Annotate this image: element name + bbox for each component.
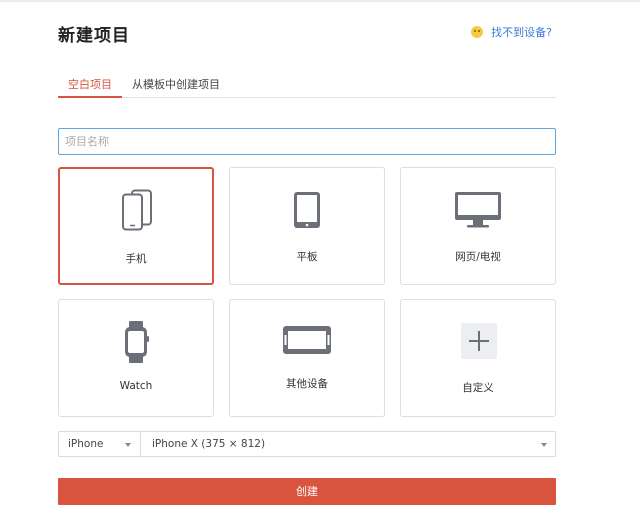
device-icon — [283, 326, 331, 354]
project-name-input[interactable] — [58, 128, 556, 155]
phone-icon — [122, 189, 152, 231]
chevron-down-icon — [541, 443, 547, 447]
device-label: 手机 — [125, 253, 147, 265]
plus-icon — [461, 323, 497, 359]
device-size-selector: iPhone iPhone X (375 × 812) — [58, 431, 556, 457]
device-label: 网页/电视 — [455, 251, 501, 263]
help-link[interactable]: 找不到设备? — [471, 24, 552, 40]
device-type-value: iPhone — [68, 438, 104, 450]
device-label: Watch — [119, 380, 153, 392]
device-card-watch[interactable]: Watch — [58, 299, 214, 417]
watch-icon — [125, 321, 149, 363]
device-card-web-tv[interactable]: 网页/电视 — [400, 167, 556, 285]
page-header: 新建项目 找不到设备? — [58, 20, 556, 50]
chevron-down-icon — [125, 443, 131, 447]
thinking-face-icon — [471, 26, 484, 38]
monitor-icon — [455, 192, 501, 228]
tab-blank-project[interactable]: 空白项目 — [58, 72, 122, 98]
page-title: 新建项目 — [58, 26, 130, 46]
tab-from-template[interactable]: 从模板中创建项目 — [122, 72, 230, 98]
device-label: 平板 — [296, 251, 318, 263]
device-label: 自定义 — [462, 382, 494, 394]
device-type-select[interactable]: iPhone — [59, 432, 141, 456]
project-type-tabs: 空白项目 从模板中创建项目 — [58, 72, 556, 98]
create-button[interactable]: 创建 — [58, 478, 556, 505]
device-model-value: iPhone X (375 × 812) — [152, 438, 266, 450]
device-card-tablet[interactable]: 平板 — [229, 167, 385, 285]
device-card-phone[interactable]: 手机 — [58, 167, 214, 285]
top-divider — [0, 0, 640, 2]
help-link-label: 找不到设备? — [491, 26, 552, 39]
tablet-icon — [294, 192, 320, 228]
device-label: 其他设备 — [286, 378, 328, 390]
device-model-select[interactable]: iPhone X (375 × 812) — [141, 432, 555, 456]
device-card-other[interactable]: 其他设备 — [229, 299, 385, 417]
device-card-custom[interactable]: 自定义 — [400, 299, 556, 417]
